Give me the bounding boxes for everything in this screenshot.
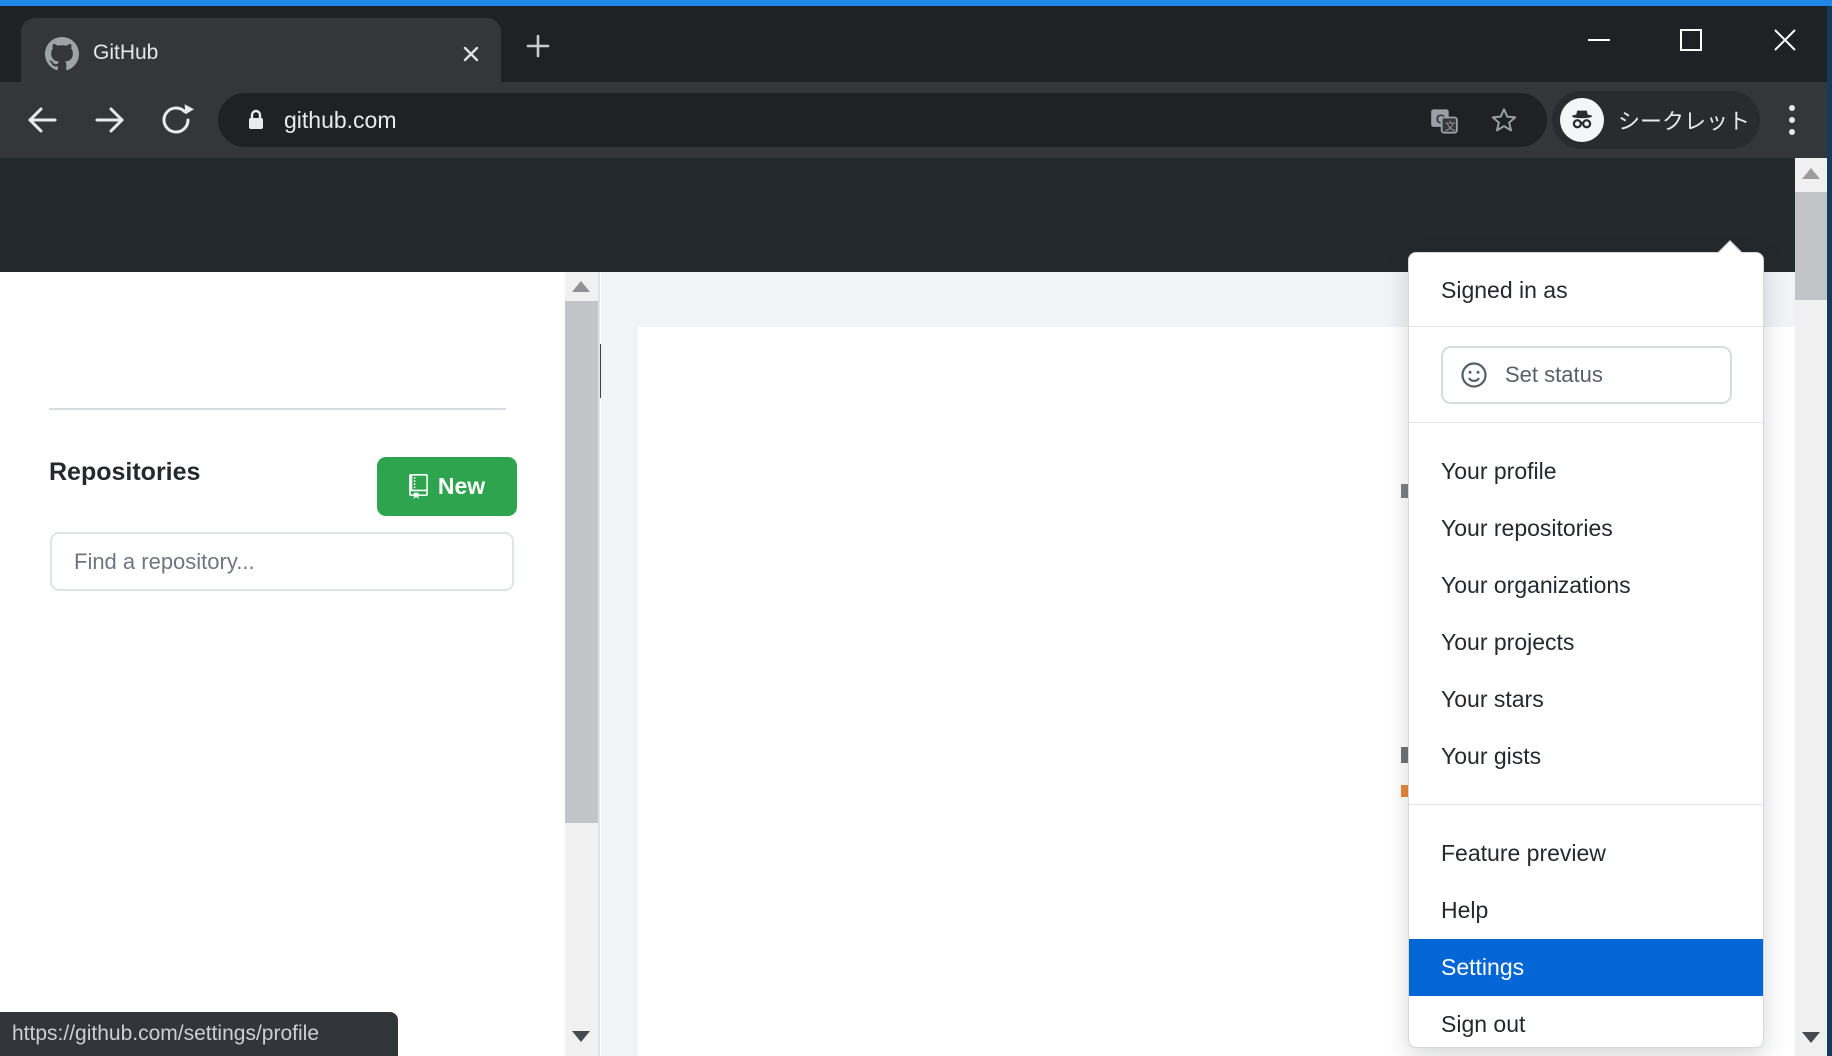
- menu-item-feature-preview[interactable]: Feature preview: [1409, 825, 1763, 882]
- hidden-content-fragment: [1401, 785, 1408, 797]
- menu-item-your-repositories[interactable]: Your repositories: [1409, 500, 1763, 557]
- reload-button[interactable]: [156, 100, 196, 140]
- new-button-label: New: [438, 473, 485, 500]
- browser-titlebar: GitHub: [0, 6, 1832, 82]
- menu-item-your-gists[interactable]: Your gists: [1409, 728, 1763, 785]
- menu-item-your-projects[interactable]: Your projects: [1409, 614, 1763, 671]
- incognito-badge: シークレット: [1552, 91, 1760, 149]
- window-minimize-button[interactable]: [1562, 6, 1636, 74]
- new-repository-button[interactable]: New: [377, 457, 517, 516]
- url-text: github.com: [284, 93, 397, 147]
- dashboard-sidebar: Repositories New: [0, 272, 565, 1056]
- svg-text:文: 文: [1445, 119, 1456, 133]
- smiley-icon: [1459, 360, 1489, 390]
- set-status-button[interactable]: Set status: [1441, 346, 1732, 404]
- scroll-up-arrow-icon[interactable]: [572, 281, 590, 292]
- signed-in-as: Signed in as: [1409, 253, 1763, 327]
- hidden-content-fragment: [1401, 747, 1408, 763]
- content-scrollbar[interactable]: [565, 272, 598, 1056]
- hidden-content-fragment: [1401, 484, 1408, 498]
- set-status-label: Set status: [1505, 362, 1603, 388]
- user-menu-top-items: Your profile Your repositories Your orga…: [1409, 423, 1763, 805]
- tab-close-icon[interactable]: [453, 36, 489, 72]
- menu-item-your-organizations[interactable]: Your organizations: [1409, 557, 1763, 614]
- user-menu-dropdown: Signed in as Set status Your profile You…: [1408, 252, 1764, 1048]
- sidebar-divider: [49, 408, 506, 410]
- scroll-down-arrow-icon[interactable]: [572, 1031, 590, 1042]
- user-menu-bottom-items: Feature preview Help Settings Sign out: [1409, 805, 1763, 1050]
- status-bar-url: https://github.com/settings/profile: [0, 1012, 398, 1056]
- repo-book-icon: [409, 474, 428, 499]
- browser-scrollbar[interactable]: [1795, 158, 1827, 1056]
- menu-item-your-stars[interactable]: Your stars: [1409, 671, 1763, 728]
- window-close-button[interactable]: [1748, 6, 1822, 74]
- new-tab-button[interactable]: [516, 24, 560, 68]
- browser-toolbar: github.com G 文 シークレット: [0, 82, 1832, 158]
- browser-menu-icon[interactable]: [1770, 96, 1814, 144]
- scroll-down-arrow-icon[interactable]: [1802, 1032, 1820, 1043]
- menu-item-sign-out[interactable]: Sign out: [1409, 996, 1763, 1053]
- tab-title: GitHub: [93, 18, 158, 88]
- forward-button[interactable]: [90, 100, 130, 140]
- address-bar[interactable]: github.com G 文: [218, 93, 1547, 147]
- window-border: [1827, 6, 1832, 1056]
- back-button[interactable]: [22, 100, 62, 140]
- browser-tab-github[interactable]: GitHub: [21, 18, 501, 88]
- github-favicon-icon: [45, 37, 79, 71]
- menu-item-help[interactable]: Help: [1409, 882, 1763, 939]
- scroll-up-arrow-icon[interactable]: [1802, 168, 1820, 179]
- set-status-section: Set status: [1409, 327, 1763, 423]
- repositories-heading: Repositories: [49, 458, 200, 487]
- window-maximize-button[interactable]: [1654, 6, 1728, 74]
- menu-item-your-profile[interactable]: Your profile: [1409, 443, 1763, 500]
- scrollbar-thumb[interactable]: [565, 301, 598, 823]
- content-divider: [598, 272, 600, 1056]
- incognito-spy-icon: [1560, 98, 1604, 142]
- browser-window: GitHub: [0, 0, 1832, 1056]
- menu-item-settings[interactable]: Settings: [1409, 939, 1763, 996]
- incognito-label: シークレット: [1618, 104, 1750, 136]
- find-repository-input[interactable]: [50, 532, 514, 591]
- scrollbar-thumb[interactable]: [1795, 192, 1827, 300]
- lock-icon: [244, 108, 268, 132]
- translate-icon[interactable]: G 文: [1430, 107, 1458, 135]
- bookmark-star-icon[interactable]: [1490, 106, 1518, 134]
